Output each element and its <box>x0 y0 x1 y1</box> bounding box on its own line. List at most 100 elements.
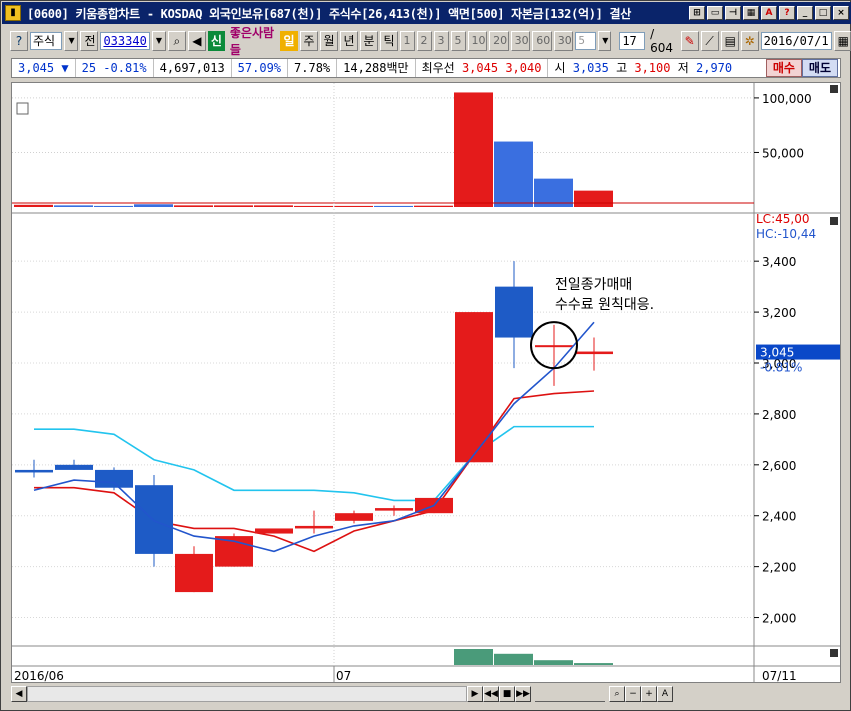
lc-label: LC:45,00 <box>756 212 809 226</box>
tab-year[interactable]: 년 <box>339 31 358 51</box>
chart-area[interactable]: 100,000 50,000 LC:45,00 HC:-10,44 3,400 3,200… <box>11 82 841 683</box>
alert-icon[interactable]: A <box>761 6 777 20</box>
minimize-button[interactable]: _ <box>797 6 813 20</box>
candle-body <box>175 553 213 593</box>
candle-body <box>55 464 93 470</box>
code-dropdown-icon[interactable]: ▼ <box>151 31 166 51</box>
trade-amount: 14,288백만 <box>337 59 416 77</box>
annotation-text: 수수료 원칙대응. <box>555 297 654 313</box>
next-page-icon[interactable]: ▶▶ <box>515 686 531 702</box>
close-button[interactable]: × <box>833 6 849 20</box>
price-change: 25 -0.81% <box>76 59 154 77</box>
price-tick-label: 2,200 <box>762 561 796 575</box>
price-tick-label: 2,000 <box>762 612 796 626</box>
volume-strip-bar <box>534 660 573 665</box>
info-icon[interactable]: ? <box>10 31 28 51</box>
prev-button[interactable]: 전 <box>80 31 99 51</box>
buy-button[interactable]: 매수 <box>765 59 802 77</box>
tab-week[interactable]: 주 <box>299 31 318 51</box>
minute-option[interactable]: 1 <box>399 31 415 51</box>
volume-strip-bar <box>454 649 493 665</box>
plus-icon[interactable]: + <box>641 686 657 702</box>
minute-custom-input[interactable]: 5 <box>575 32 597 50</box>
minute-option[interactable]: 3 <box>433 31 449 51</box>
volume-bar <box>454 92 493 207</box>
count-total: / 604 <box>650 27 674 55</box>
title-buttons: ⊞ ▭ ⊣ ▦ A ? _ □ × <box>689 6 849 20</box>
minute-option[interactable]: 10 <box>467 31 488 51</box>
minute-option[interactable]: 30 <box>553 31 574 51</box>
scroll-left-icon[interactable]: ◀ <box>11 686 27 702</box>
candle-body <box>495 286 533 338</box>
candle-body <box>95 469 133 488</box>
market-select[interactable]: 주식 <box>30 32 63 50</box>
candle-body <box>575 351 613 355</box>
indicator-icon[interactable]: ▤ <box>720 31 739 51</box>
volume-bar <box>254 205 293 207</box>
link-icon[interactable]: ⊞ <box>689 6 705 20</box>
toolbar: ? 주식 ▼ 전 033340 ▼ ⌕ ◀ 신 좋은사람들 일 주 월 년 분 … <box>2 26 851 57</box>
pin-icon[interactable]: ⊣ <box>725 6 741 20</box>
volume-panel-bg <box>12 83 754 211</box>
window-icon[interactable]: ▭ <box>707 6 723 20</box>
date-input[interactable]: 2016/07/1 <box>760 32 832 50</box>
volume: 4,697,013 <box>154 59 232 77</box>
market-dropdown-icon[interactable]: ▼ <box>64 31 79 51</box>
tab-day[interactable]: 일 <box>280 31 298 51</box>
text-icon[interactable]: A <box>657 686 673 702</box>
minute-option[interactable]: 5 <box>450 31 466 51</box>
tab-month[interactable]: 월 <box>319 31 338 51</box>
minute-option[interactable]: 30 <box>510 31 531 51</box>
help-icon[interactable]: ? <box>779 6 795 20</box>
minute-option[interactable]: 20 <box>489 31 509 51</box>
sound-icon[interactable]: ◀ <box>187 31 206 51</box>
maximize-button[interactable]: □ <box>815 6 831 20</box>
chart-app-icon[interactable]: ▮ <box>5 5 21 21</box>
minute-option[interactable]: 2 <box>416 31 432 51</box>
line-tool-icon[interactable]: ⟋ <box>700 31 719 51</box>
stock-code-input[interactable]: 033340 <box>100 32 150 50</box>
zoom-slider[interactable] <box>535 686 605 702</box>
volume-tick-label: 50,000 <box>762 146 804 160</box>
candle-body <box>455 312 493 463</box>
x-axis-label: 07/11 <box>762 669 797 682</box>
panel-close-icon <box>830 217 838 225</box>
candle-body <box>15 469 53 473</box>
horizontal-scrollbar[interactable] <box>27 686 467 702</box>
price-tick-label: 2,400 <box>762 510 796 524</box>
count-input[interactable]: 17 <box>619 32 646 50</box>
search-icon[interactable]: ⌕ <box>167 31 186 51</box>
company-name: 좋은사람들 <box>229 26 275 57</box>
volume-bar <box>94 205 133 207</box>
tab-minute[interactable]: 분 <box>359 31 378 51</box>
volume-bar <box>54 205 93 207</box>
price-tick-label: 3,400 <box>762 255 796 269</box>
best-quote: 최우선 3,045 3,040 <box>416 59 549 77</box>
settings-tool-icon[interactable]: ✎ <box>680 31 699 51</box>
calendar-icon[interactable]: ▦ <box>833 31 851 51</box>
prev-page-icon[interactable]: ◀◀ <box>483 686 499 702</box>
minus-icon[interactable]: − <box>625 686 641 702</box>
gear-icon[interactable]: ✲ <box>740 31 759 51</box>
annotation-text: 전일종가매매 <box>555 277 632 293</box>
status-bar: ◀ ▶ ◀◀ ■ ▶▶ ⌕ − + A <box>11 684 841 704</box>
volume-bar <box>494 141 533 207</box>
volume-strip-bar <box>574 663 613 665</box>
zoom-out-icon[interactable]: ⌕ <box>609 686 625 702</box>
minute-dropdown-icon[interactable]: ▼ <box>598 31 612 51</box>
sell-button[interactable]: 매도 <box>801 59 838 77</box>
price-tick-label: 2,600 <box>762 459 796 473</box>
scroll-right-icon[interactable]: ▶ <box>467 686 483 702</box>
stop-icon[interactable]: ■ <box>499 686 515 702</box>
chart-window: ▮ [0600] 키움종합차트 - KOSDAQ 외국인보유[687(천)] 주… <box>0 0 851 711</box>
tab-tick[interactable]: 틱 <box>379 31 398 51</box>
current-pct-tag: -0.81% <box>760 361 802 375</box>
minute-option[interactable]: 60 <box>532 31 552 51</box>
candle-body <box>295 525 333 529</box>
layout-icon[interactable]: ▦ <box>743 6 759 20</box>
hc-label: HC:-10,44 <box>756 227 816 241</box>
volume-bar <box>414 205 453 207</box>
window-title: [0600] 키움종합차트 - KOSDAQ 외국인보유[687(천)] 주식수… <box>27 6 631 21</box>
candle-body <box>335 513 373 521</box>
volume-bar <box>14 204 53 207</box>
